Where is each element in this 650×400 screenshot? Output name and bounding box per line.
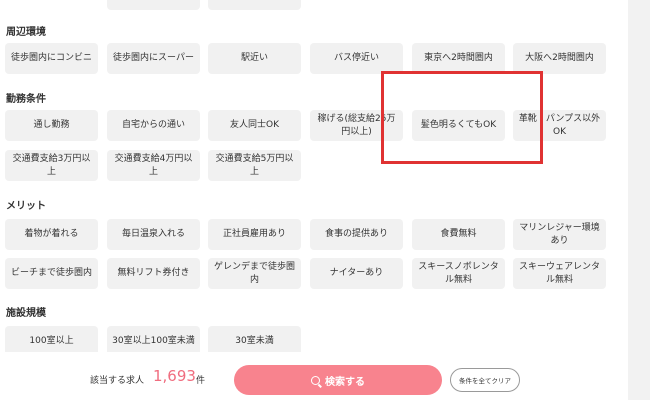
result-label: 該当する求人 xyxy=(90,376,145,386)
chip-tokyo-2h[interactable]: 東京へ2時間圏内 xyxy=(412,43,505,74)
chip-transport-30k[interactable]: 交通費支給3万円以上 xyxy=(5,150,98,181)
section-heading-merits: メリット xyxy=(6,201,46,212)
chip-full-time-hire[interactable]: 正社員雇用あり xyxy=(208,219,301,250)
chip-near-station[interactable]: 駅近い xyxy=(208,43,301,74)
chip-continuous-shift[interactable]: 通し勤務 xyxy=(5,110,98,141)
clear-all-button[interactable]: 条件を全てクリア xyxy=(450,368,520,392)
chip-marine-leisure[interactable]: マリンレジャー環境あり xyxy=(513,219,606,250)
chip-free-skiwear-rental[interactable]: スキーウェアレンタル無料 xyxy=(513,258,606,289)
chip-supermarket[interactable]: 徒歩圏内にスーパー xyxy=(107,43,200,74)
chip-friends-ok[interactable]: 友人同士OK xyxy=(208,110,301,141)
chip-near-bus-stop[interactable]: バス停近い xyxy=(310,43,403,74)
result-count: 1,693 xyxy=(153,367,196,385)
chip-transport-40k[interactable]: 交通費支給4万円以上 xyxy=(107,150,200,181)
chip-free-meals[interactable]: 食費無料 xyxy=(412,219,505,250)
search-conditions-panel: 周辺環境 徒歩圏内にコンビニ 徒歩圏内にスーパー 駅近い バス停近い 東京へ2時… xyxy=(0,0,650,400)
chip-high-pay[interactable]: 稼げる(総支給25万円以上) xyxy=(310,110,403,141)
result-unit: 件 xyxy=(196,376,206,386)
right-gutter xyxy=(628,0,650,400)
search-button-label: 検索する xyxy=(325,376,365,388)
chip-night-skiing[interactable]: ナイターあり xyxy=(310,258,403,289)
search-icon xyxy=(311,375,320,385)
section-heading-work-conditions: 勤務条件 xyxy=(6,94,46,105)
chip-daily-onsen[interactable]: 毎日温泉入れる xyxy=(107,219,200,250)
chip-walk-to-beach[interactable]: ビーチまで徒歩圏内 xyxy=(5,258,98,289)
chip-commute-from-home[interactable]: 自宅からの通い xyxy=(107,110,200,141)
section-heading-facility-size: 施設規模 xyxy=(6,308,46,319)
chip-walk-to-slope[interactable]: ゲレンデまで徒歩圏内 xyxy=(208,258,301,289)
section-heading-surroundings: 周辺環境 xyxy=(6,27,46,38)
chip-convenience-store[interactable]: 徒歩圏内にコンビニ xyxy=(5,43,98,74)
chip-free-lift-ticket[interactable]: 無料リフト券付き xyxy=(107,258,200,289)
chip-non-formal-shoes-ok[interactable]: 革靴・パンプス以外OK xyxy=(513,110,606,141)
search-button[interactable]: 検索する xyxy=(234,365,442,395)
chip-bright-hair-ok[interactable]: 髪色明るくてもOK xyxy=(412,110,505,141)
search-footer: 該当する求人 1,693 件 検索する 条件を全てクリア xyxy=(0,352,628,400)
chip-partial[interactable] xyxy=(107,0,200,10)
chip-osaka-2h[interactable]: 大阪へ2時間圏内 xyxy=(513,43,606,74)
chip-free-ski-rental[interactable]: スキースノボレンタル無料 xyxy=(412,258,505,289)
chip-partial[interactable] xyxy=(208,0,301,10)
chip-meals-provided[interactable]: 食事の提供あり xyxy=(310,219,403,250)
chip-transport-50k[interactable]: 交通費支給5万円以上 xyxy=(208,150,301,181)
chip-wear-kimono[interactable]: 着物が着れる xyxy=(5,219,98,250)
